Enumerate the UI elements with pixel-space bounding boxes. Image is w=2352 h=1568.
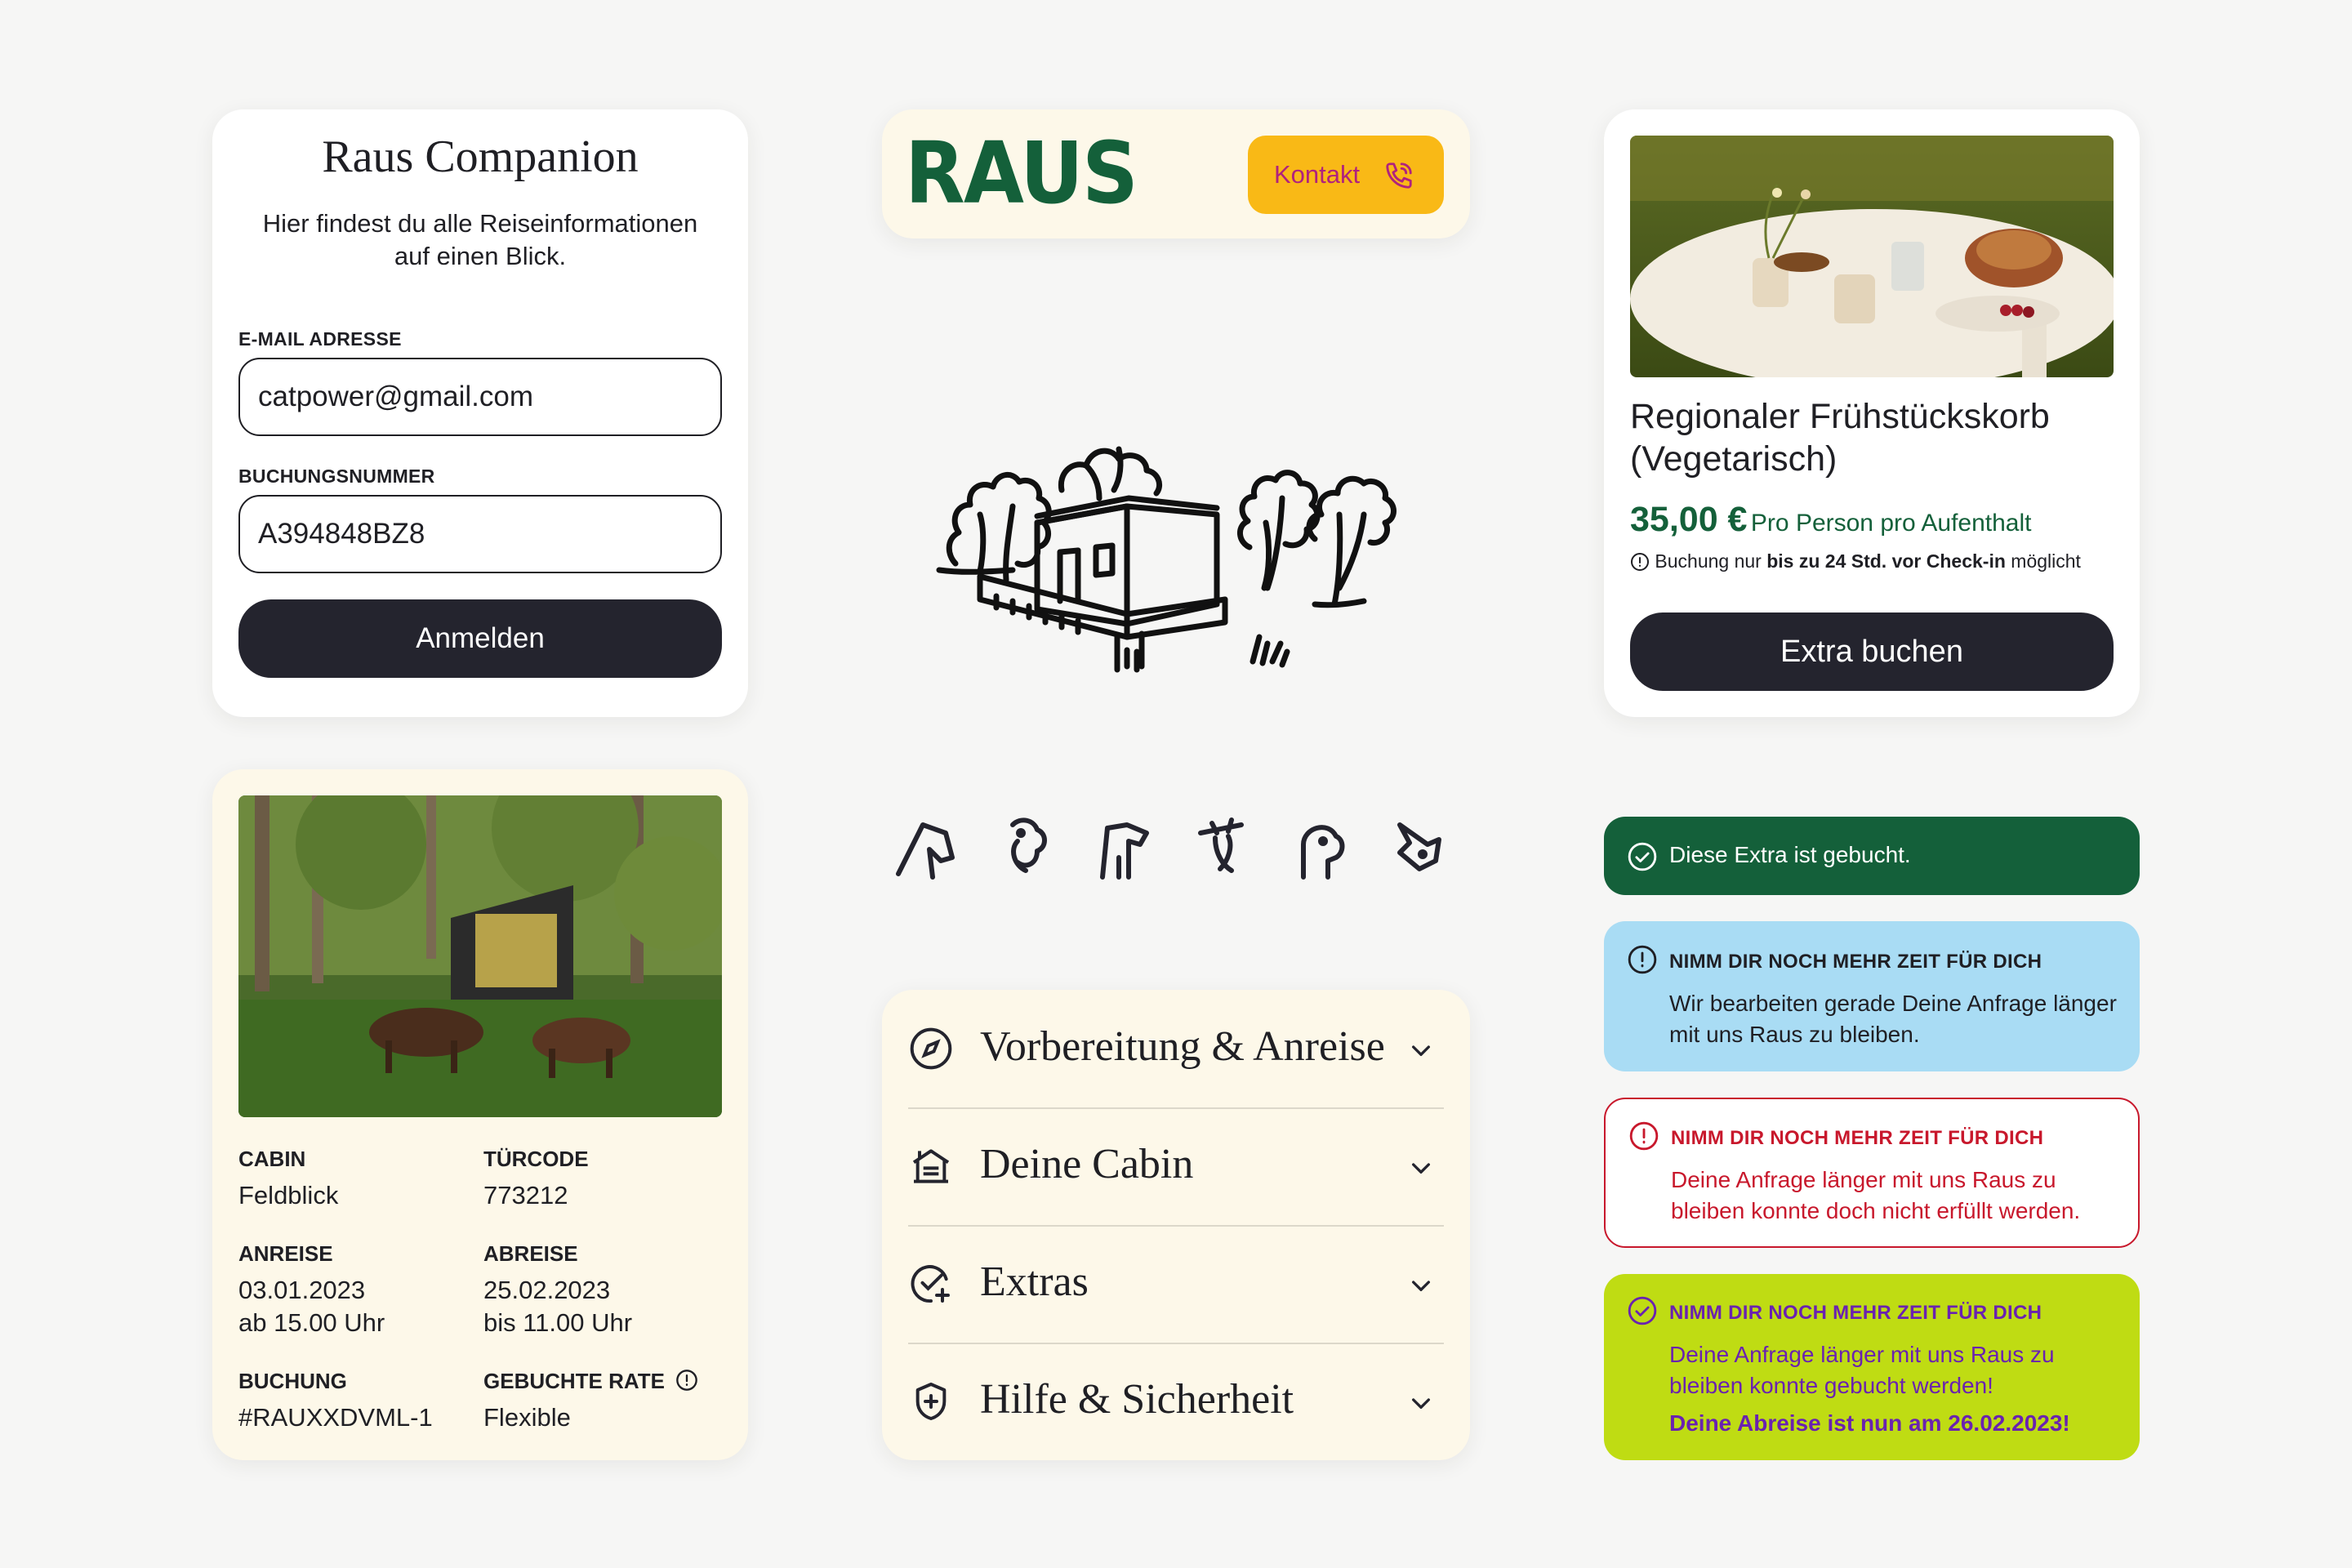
note-suffix: möglicht bbox=[2005, 550, 2081, 572]
accordion-label: Hilfe & Sicherheit bbox=[980, 1376, 1294, 1423]
product-title: Regionaler Frühstückskorb (Vegetarisch) bbox=[1630, 397, 2050, 479]
info-circle-icon[interactable] bbox=[675, 1369, 698, 1392]
goat-icon bbox=[1198, 817, 1244, 873]
booking-number-label: BUCHUNGSNUMMER bbox=[238, 466, 435, 487]
booking-number-field[interactable] bbox=[238, 495, 722, 573]
accordion-item-help[interactable]: Hilfe & Sicherheit bbox=[908, 1343, 1444, 1460]
success-alert: Diese Extra ist gebucht. bbox=[1604, 817, 2140, 895]
contact-label: Kontakt bbox=[1274, 160, 1361, 189]
info-alert: NIMM DIR NOCH MEHR ZEIT FÜR DICH Wir bea… bbox=[1604, 921, 2140, 1071]
cabin-icon bbox=[912, 1149, 950, 1183]
accordion-item-cabin[interactable]: Deine Cabin bbox=[908, 1107, 1444, 1225]
chevron-down-icon bbox=[1412, 1281, 1430, 1291]
accordion-label: Vorbereitung & Anreise bbox=[980, 1023, 1385, 1070]
compass-icon bbox=[910, 1027, 952, 1070]
donkey-icon bbox=[1397, 822, 1441, 871]
booking-id-value: #RAUXXDVML-1 bbox=[238, 1403, 433, 1432]
error-body: Deine Anfrage länger mit uns Raus zu ble… bbox=[1671, 1167, 2081, 1223]
cabin-illustration bbox=[936, 446, 1396, 673]
departure-date: 25.02.2023 bbox=[483, 1276, 611, 1304]
chevron-down-icon bbox=[1412, 1163, 1430, 1174]
pig-icon bbox=[1301, 825, 1345, 880]
accordion-item-extras[interactable]: Extras bbox=[908, 1225, 1444, 1343]
shield-plus-icon bbox=[915, 1383, 947, 1420]
alert-circle-icon bbox=[1628, 945, 1657, 974]
booking-id-label: BUCHUNG bbox=[238, 1369, 347, 1393]
rate-label: GEBUCHTE RATE bbox=[483, 1369, 698, 1394]
arrival-date: 03.01.2023 bbox=[238, 1276, 366, 1304]
cabin-label: CABIN bbox=[238, 1147, 306, 1171]
door-code-label: TÜRCODE bbox=[483, 1147, 589, 1171]
booking-details-card: CABIN Feldblick TÜRCODE 773212 ANREISE 0… bbox=[212, 769, 748, 1460]
departure-time: bis 11.00 Uhr bbox=[483, 1308, 633, 1337]
product-price: 35,00 € Pro Person pro Aufenthalt bbox=[1630, 500, 2031, 540]
llama-icon bbox=[1100, 822, 1149, 880]
accordion-item-preparation[interactable]: Vorbereitung & Anreise bbox=[908, 990, 1444, 1107]
extra-product-card: Regionaler Frühstückskorb (Vegetarisch) … bbox=[1604, 109, 2140, 717]
info-body: Wir bearbeiten gerade Deine Anfrage läng… bbox=[1669, 991, 2117, 1047]
login-card: Raus Companion Hier findest du alle Reis… bbox=[212, 109, 748, 717]
chevron-down-icon bbox=[1412, 1398, 1430, 1409]
raus-logo[interactable]: RAUS bbox=[905, 131, 1138, 216]
check-plus-icon bbox=[911, 1265, 950, 1303]
email-field[interactable] bbox=[238, 358, 722, 436]
book-extra-button[interactable]: Extra buchen bbox=[1630, 612, 2114, 691]
horse-icon bbox=[896, 822, 955, 880]
rate-value: Flexible bbox=[483, 1403, 571, 1432]
email-label: E-MAIL ADRESSE bbox=[238, 328, 402, 350]
login-title: Raus Companion bbox=[322, 131, 639, 182]
cabin-value: Feldblick bbox=[238, 1181, 339, 1209]
accordion-label: Extras bbox=[980, 1258, 1089, 1305]
contact-button[interactable]: Kontakt bbox=[1248, 136, 1444, 214]
confirmation-body: Deine Anfrage länger mit uns Raus zu ble… bbox=[1669, 1342, 2055, 1398]
error-alert: NIMM DIR NOCH MEHR ZEIT FÜR DICH Deine A… bbox=[1604, 1098, 2140, 1248]
chevron-down-icon bbox=[1412, 1045, 1430, 1056]
note-prefix: Buchung nur bbox=[1655, 550, 1767, 572]
confirmation-departure: Deine Abreise ist nun am 26.02.2023! bbox=[1669, 1410, 2070, 1436]
header-bar: RAUS Kontakt bbox=[882, 109, 1470, 238]
success-text: Diese Extra ist gebucht. bbox=[1669, 842, 1911, 867]
login-button[interactable]: Anmelden bbox=[238, 599, 722, 678]
confirmation-alert: NIMM DIR NOCH MEHR ZEIT FÜR DICH Deine A… bbox=[1604, 1274, 2140, 1460]
price-unit: Pro Person pro Aufenthalt bbox=[1750, 510, 2032, 537]
accordion-label: Deine Cabin bbox=[980, 1141, 1194, 1187]
info-accordion: Vorbereitung & Anreise Deine Cabin Extra… bbox=[882, 990, 1470, 1460]
animal-icons-row bbox=[896, 817, 1441, 880]
breakfast-photo bbox=[1630, 136, 2114, 377]
price-value: 35,00 € bbox=[1630, 500, 1748, 539]
rate-label-text: GEBUCHTE RATE bbox=[483, 1369, 665, 1393]
info-circle-icon bbox=[1631, 553, 1649, 571]
info-heading: NIMM DIR NOCH MEHR ZEIT FÜR DICH bbox=[1669, 951, 2042, 973]
note-bold: bis zu 24 Std. vor Check-in bbox=[1766, 550, 2006, 572]
departure-label: ABREISE bbox=[483, 1241, 578, 1266]
check-circle-icon bbox=[1628, 1296, 1657, 1325]
door-code-value: 773212 bbox=[483, 1181, 568, 1209]
arrival-label: ANREISE bbox=[238, 1241, 333, 1266]
cabin-photo bbox=[238, 795, 722, 1117]
alert-circle-icon bbox=[1629, 1121, 1659, 1151]
sheep-icon bbox=[1010, 817, 1047, 873]
booking-note: Buchung nur bis zu 24 Std. vor Check-in … bbox=[1630, 550, 2081, 572]
check-circle-icon bbox=[1628, 842, 1657, 871]
phone-icon bbox=[1386, 163, 1412, 189]
confirmation-heading: NIMM DIR NOCH MEHR ZEIT FÜR DICH bbox=[1669, 1302, 2042, 1324]
error-heading: NIMM DIR NOCH MEHR ZEIT FÜR DICH bbox=[1671, 1127, 2044, 1149]
arrival-time: ab 15.00 Uhr bbox=[238, 1308, 385, 1337]
login-subtitle: Hier findest du alle Reiseinformationen … bbox=[262, 209, 698, 270]
